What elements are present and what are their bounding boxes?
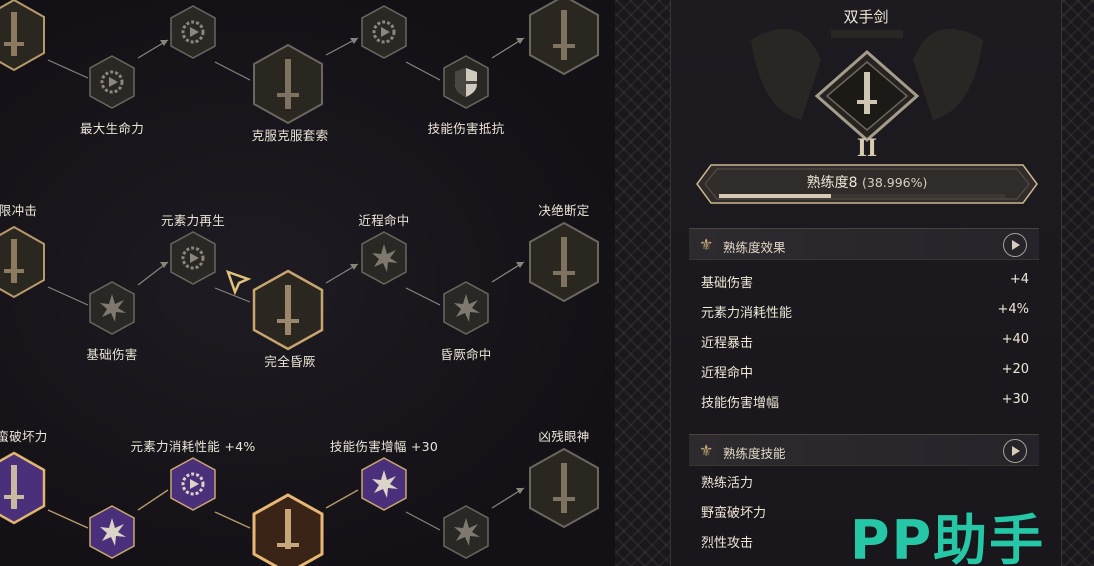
effect-row: 近程暴击 +40 [701,326,1029,356]
effect-value: +4 [1009,272,1029,287]
sword-icon [0,225,45,299]
label-full-stun: 完全昏厥 [264,354,316,369]
sword-icon [529,447,599,529]
label-skill-amp: 技能伤害增幅 +30 [329,439,439,454]
gear-icon [170,457,216,511]
weapon-title: 双手剑 [843,8,889,26]
sword-icon [252,269,324,351]
skills-title: 熟练度技能 [723,446,786,461]
label-elemental-regen: 元素力再生 [160,213,226,228]
label-destroy: 蛮破坏力 [0,429,48,444]
burst-icon [89,281,135,335]
effect-name: 元素力消耗性能 [701,306,793,321]
effect-row: 近程命中 +20 [701,356,1029,386]
gear-icon [361,5,407,59]
effect-name: 近程命中 [701,366,754,381]
rank-numeral: II [857,133,877,162]
effect-value: +4% [997,302,1029,317]
effect-name: 近程暴击 [701,336,754,351]
label-decisive: 决绝断定 [538,203,590,218]
play-icon[interactable] [1003,233,1027,257]
sword-icon [253,43,323,125]
tree-node-sword-top-right[interactable] [528,0,600,76]
tree-node-sword-gold[interactable] [252,493,324,566]
tree-node-burst-stun[interactable] [442,280,490,336]
burst-icon [443,281,489,335]
sword-icon [0,0,45,72]
tree-node-sword-purple-left[interactable] [0,451,46,525]
watermark: PP助手 [850,509,1046,566]
proficiency-fill [719,194,831,198]
label-skill-dmg-resist: 技能伤害抵抗 [427,121,505,136]
burst-icon [361,231,407,285]
shield-icon [443,55,489,109]
sword-icon [529,0,599,76]
effect-name: 技能伤害增幅 [701,396,780,411]
tree-node-shield[interactable] [442,54,490,110]
tree-node-sword-decisive[interactable] [528,221,600,303]
tree-node-gear-regen[interactable] [169,230,217,286]
label-stun-hit: 昏厥命中 [440,347,492,362]
proficiency-level: 熟练度8 [806,175,858,191]
tree-node-burst-purple[interactable] [88,504,136,560]
effect-value: +40 [1001,332,1029,347]
gear-icon [170,231,216,285]
burst-icon [361,457,407,511]
sword-icon [252,493,324,566]
effect-name: 基础伤害 [701,276,754,291]
cursor-icon [225,269,252,296]
effect-value: +20 [1001,362,1029,377]
tree-node-burst-melee[interactable] [360,230,408,286]
gear-icon [170,5,216,59]
divider-lattice [615,0,675,566]
label-melee-hit: 近程命中 [358,213,410,228]
gear-icon [89,55,135,109]
tree-node-gear-top2[interactable] [360,4,408,60]
tree-node-sword-mid1[interactable] [252,43,324,125]
fleur-icon: ⚜ [699,441,714,460]
tree-node-gear-top[interactable] [169,4,217,60]
tree-node-sword-left2[interactable] [0,225,46,299]
label-ferocious-eye: 凶残眼神 [538,429,590,444]
tree-node-gear[interactable] [88,54,136,110]
play-icon[interactable] [1003,439,1027,463]
label-overcome: 克服克服套索 [251,128,329,143]
sword-icon [0,451,46,525]
tree-node-sword-topleft[interactable] [0,0,46,72]
weapon-detail-panel: II 双手剑 熟练度8 (38.996%) ⚜ 熟练度效果 基础伤害 +4 元素力消… [670,0,1062,566]
effect-row: 基础伤害 +4 [701,266,1029,296]
skills-header: ⚜ 熟练度技能 [689,434,1039,466]
sword-icon [529,221,599,303]
fleur-icon: ⚜ [699,235,714,254]
label-max-hp: 最大生命力 [79,121,145,136]
proficiency-bar: 熟练度8 (38.996%) [695,163,1039,205]
effect-value: +30 [1001,392,1029,407]
tree-node-burst-grey3[interactable] [442,504,490,560]
effects-header: ⚜ 熟练度效果 [689,228,1039,260]
effects-title: 熟练度效果 [723,240,786,255]
effect-row: 技能伤害增幅 +30 [701,386,1029,416]
proficiency-track [719,194,1005,198]
skill-tree: 最大生命力 克服克服套索 技能伤害抵抗 限冲击 元素力再生 近程命中 决绝断定 [0,0,615,566]
burst-icon [89,505,135,559]
tree-node-gear-purple[interactable] [169,456,217,512]
proficiency-percent: (38.996%) [862,175,928,190]
label-base-dmg: 基础伤害 [86,347,138,362]
label-elemental-cost: 元素力消耗性能 +4% [130,439,256,454]
tree-node-burst-purple2[interactable] [360,456,408,512]
effect-row: 元素力消耗性能 +4% [701,296,1029,326]
tree-node-sword-ferocious[interactable] [528,447,600,529]
label-impact: 限冲击 [0,203,38,218]
divider-lattice-right [1062,0,1094,566]
tree-node-sword-faint[interactable] [252,269,324,351]
burst-icon [443,505,489,559]
tree-node-burst-base[interactable] [88,280,136,336]
